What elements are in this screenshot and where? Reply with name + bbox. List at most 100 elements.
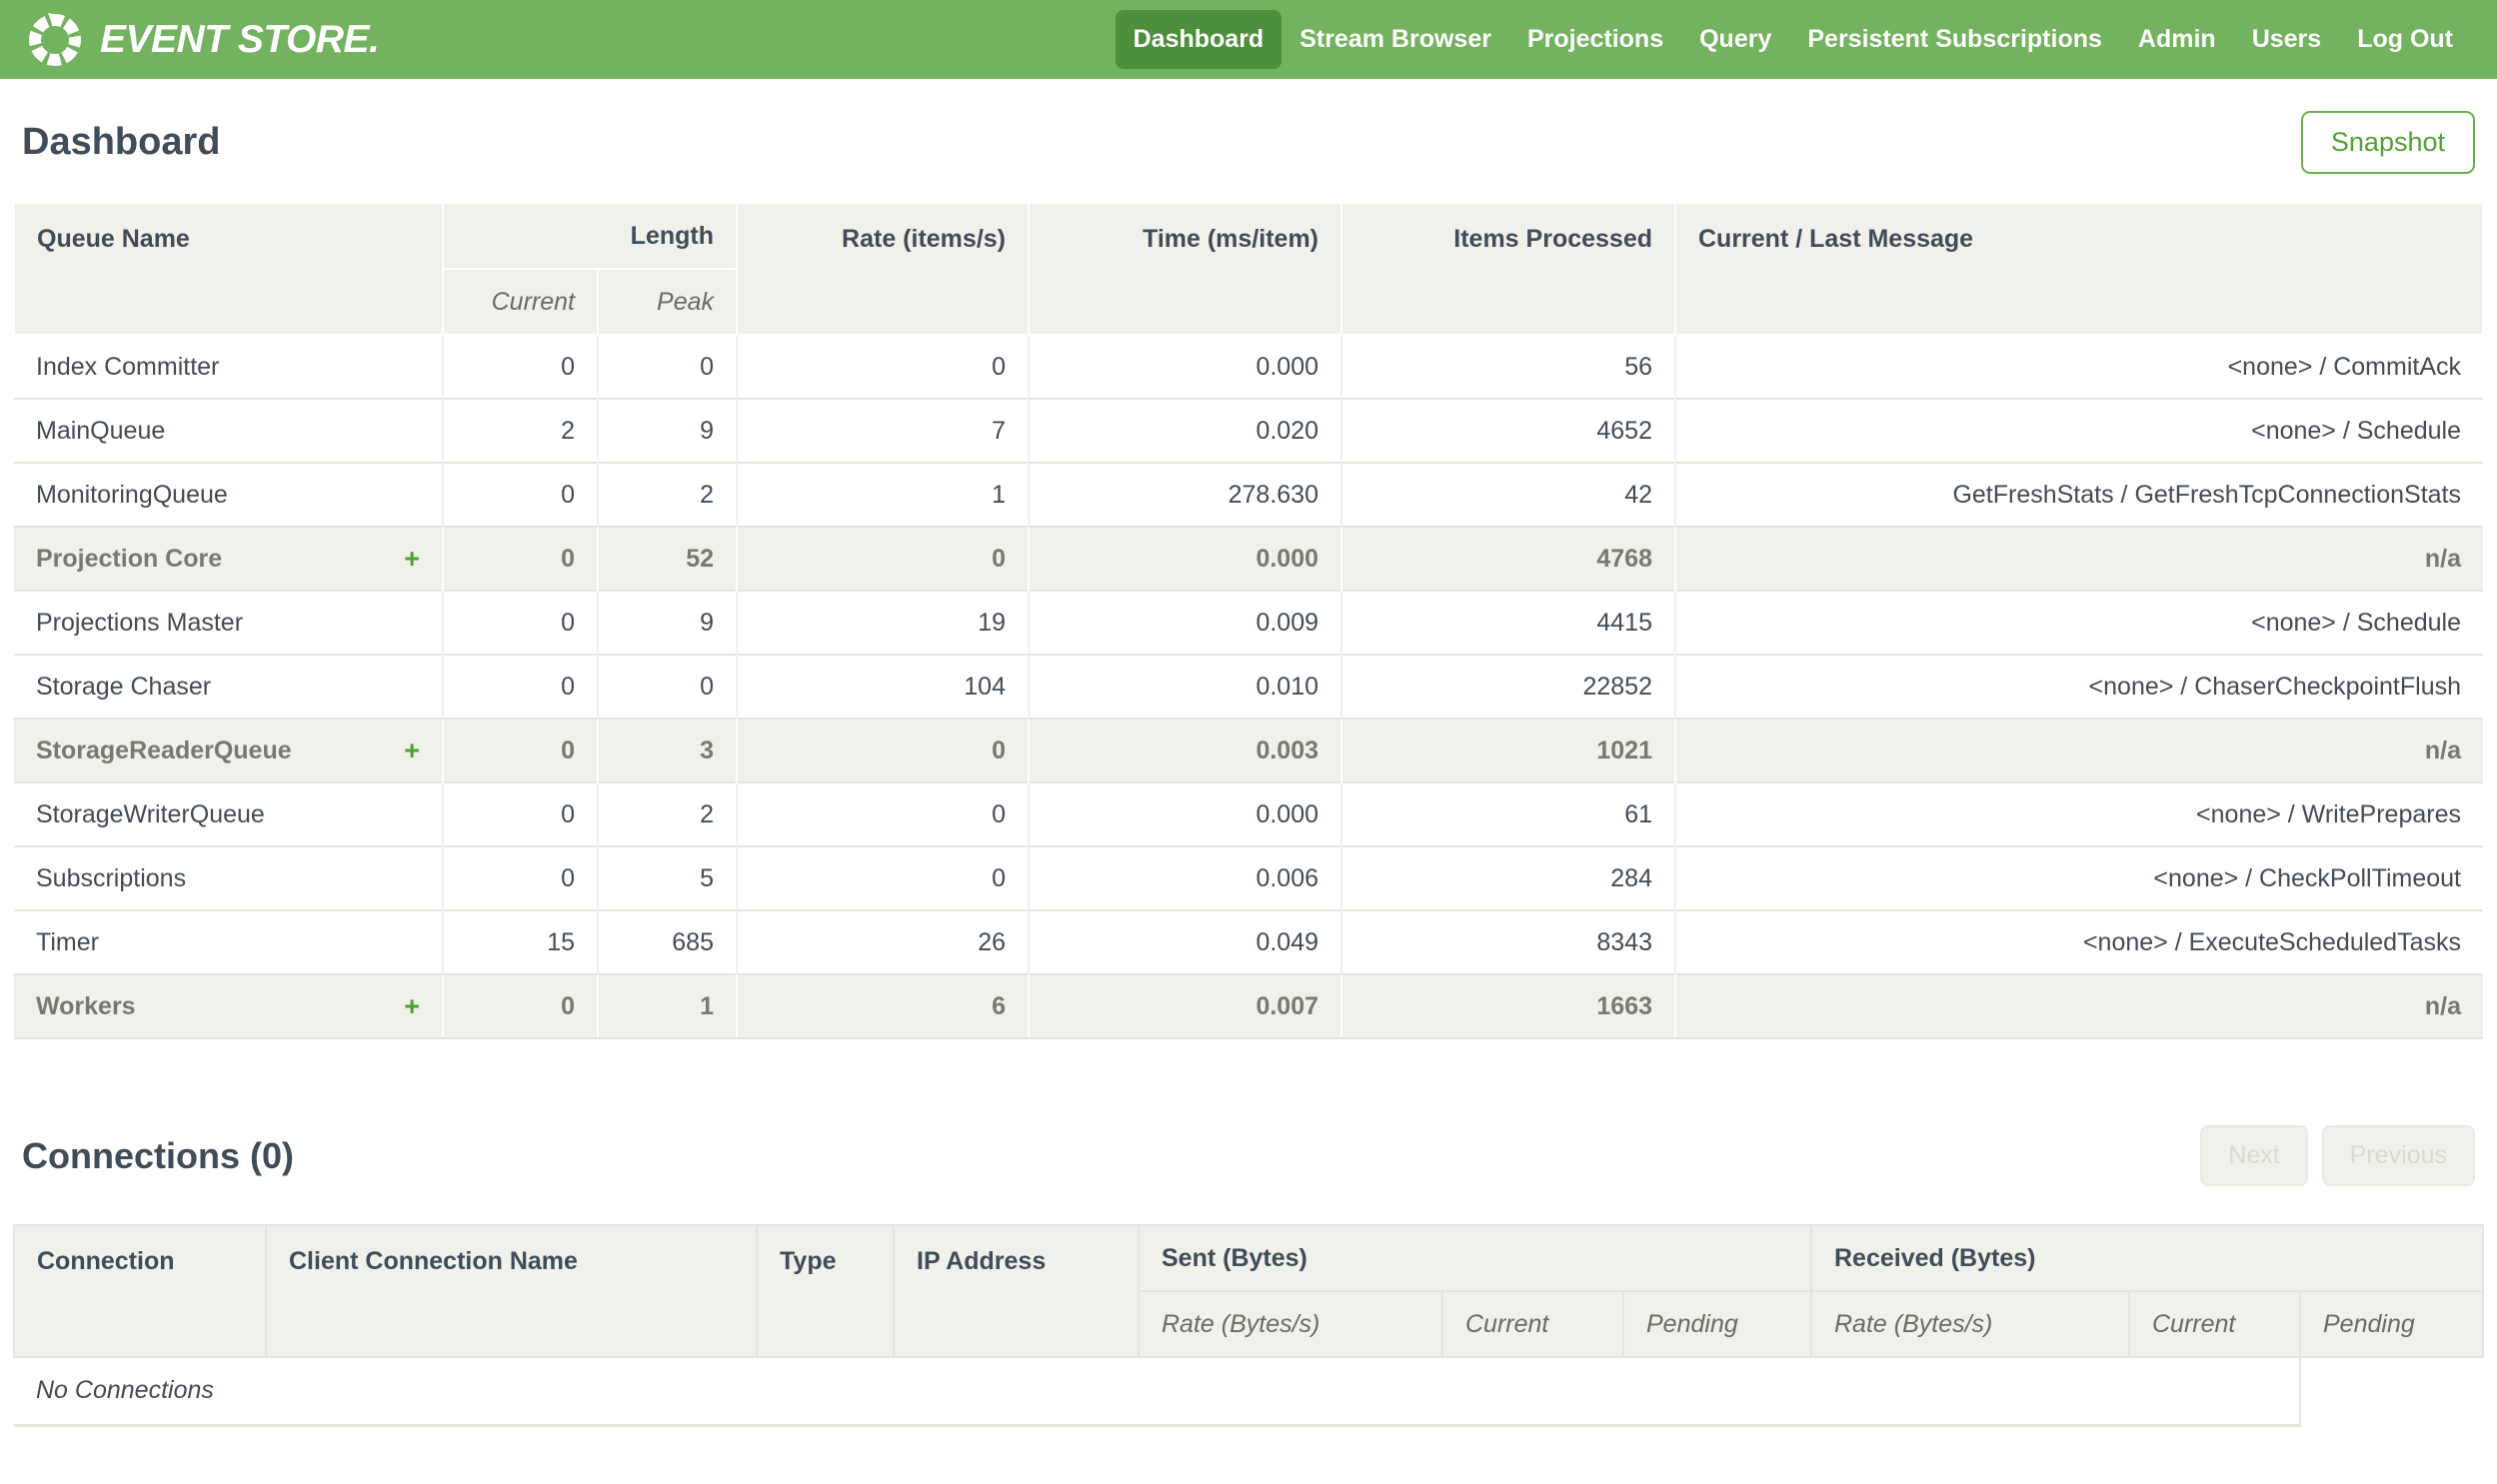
length-peak-cell: 9 (597, 590, 737, 655)
col-header-queue-name: Queue Name (13, 202, 444, 336)
queue-group-row: StorageReaderQueue +0 3 0 0.003 1021 n/a (14, 718, 2483, 782)
length-current-cell: 15 (442, 909, 598, 974)
length-current-cell: 0 (442, 334, 598, 399)
col-header-client-connection-name: Client Connection Name (265, 1224, 758, 1358)
length-peak-cell: 685 (597, 909, 737, 974)
col-header-type: Type (756, 1224, 895, 1358)
message-cell: n/a (1674, 718, 2483, 782)
queue-name: MainQueue (36, 416, 166, 445)
rate-cell: 104 (736, 654, 1029, 719)
rate-cell: 0 (736, 526, 1029, 591)
connections-table: Connection Client Connection Name Type I… (13, 1224, 2484, 1427)
items-processed-cell: 61 (1340, 781, 1675, 846)
time-cell: 0.000 (1028, 526, 1341, 591)
col-header-sent-pending: Pending (1622, 1290, 1812, 1358)
length-peak-cell: 2 (597, 781, 737, 846)
expand-group-button[interactable]: + (404, 545, 420, 573)
queue-name: Projection Core (36, 544, 223, 573)
top-navbar: EVENT STORE. Dashboard Stream Browser Proj… (0, 0, 2497, 79)
col-header-received: Received (Bytes) (1810, 1224, 2484, 1292)
length-current-cell: 0 (442, 526, 598, 591)
queue-name-cell: StorageWriterQueue (14, 781, 443, 846)
items-processed-cell: 284 (1340, 845, 1675, 910)
nav-item-persistent-subscriptions[interactable]: Persistent Subscriptions (1789, 10, 2120, 69)
time-cell: 0.000 (1028, 781, 1341, 846)
queue-name: MonitoringQueue (36, 480, 228, 509)
message-cell: <none> / Schedule (1674, 398, 2483, 463)
no-connections-row: No Connections (14, 1357, 2483, 1427)
connections-table-header: Connection Client Connection Name Type I… (13, 1224, 2484, 1358)
queue-name-cell: Projections Master (14, 590, 443, 655)
page-header: Dashboard Snapshot (22, 111, 2475, 174)
nav-item-query[interactable]: Query (1681, 10, 1789, 69)
queue-name-cell: MonitoringQueue (14, 462, 443, 527)
queue-name-cell: MainQueue (14, 398, 443, 463)
rate-cell: 0 (736, 334, 1029, 399)
time-cell: 0.020 (1028, 398, 1341, 463)
expand-group-button[interactable]: + (404, 992, 420, 1020)
time-cell: 0.003 (1028, 718, 1341, 782)
nav-item-projections[interactable]: Projections (1509, 10, 1681, 69)
connections-header: Connections (0) Next Previous (22, 1125, 2475, 1186)
queue-name: Subscriptions (36, 863, 187, 892)
message-cell: <none> / ExecuteScheduledTasks (1674, 909, 2483, 974)
items-processed-cell: 8343 (1340, 909, 1675, 974)
items-processed-cell: 1021 (1340, 718, 1675, 782)
nav-item-users[interactable]: Users (2234, 10, 2340, 69)
time-cell: 0.000 (1028, 334, 1341, 399)
main-content: Dashboard Snapshot Queue Name Length Rat… (0, 111, 2497, 1427)
length-peak-cell: 1 (597, 973, 737, 1039)
time-cell: 0.009 (1028, 590, 1341, 655)
items-processed-cell: 56 (1340, 334, 1675, 399)
next-button[interactable]: Next (2200, 1125, 2308, 1186)
nav-item-dashboard[interactable]: Dashboard (1115, 10, 1282, 69)
expand-group-button[interactable]: + (404, 737, 420, 764)
connections-table-body: No Connections (14, 1357, 2483, 1427)
time-cell: 0.006 (1028, 845, 1341, 910)
items-processed-cell: 4415 (1340, 590, 1675, 655)
snapshot-button[interactable]: Snapshot (2300, 111, 2475, 174)
rate-cell: 0 (736, 718, 1029, 782)
nav-item-log-out[interactable]: Log Out (2339, 10, 2471, 69)
items-processed-cell: 1663 (1340, 973, 1675, 1039)
queue-row: Timer 15 685 26 0.049 8343 <none> / ExecuteSch… (14, 909, 2483, 974)
length-current-cell: 2 (442, 398, 598, 463)
col-header-length: Length (442, 202, 738, 270)
message-cell: n/a (1674, 526, 2483, 591)
event-store-logo-icon (26, 11, 84, 69)
brand: EVENT STORE. (26, 11, 380, 69)
col-header-current: Current (442, 268, 599, 336)
length-peak-cell: 5 (597, 845, 737, 910)
col-header-sent-rate: Rate (Bytes/s) (1138, 1290, 1443, 1358)
queue-name: Index Committer (36, 352, 220, 381)
length-current-cell: 0 (442, 718, 598, 782)
queue-name: StorageWriterQueue (36, 799, 265, 828)
message-cell: <none> / Schedule (1674, 590, 2483, 655)
nav-item-stream-browser[interactable]: Stream Browser (1281, 10, 1509, 69)
queue-name: Storage Chaser (36, 672, 212, 701)
time-cell: 0.049 (1028, 909, 1341, 974)
col-header-connection: Connection (13, 1224, 267, 1358)
items-processed-cell: 42 (1340, 462, 1675, 527)
rate-cell: 0 (736, 781, 1029, 846)
col-header-sent-current: Current (1441, 1290, 1624, 1358)
rate-cell: 19 (736, 590, 1029, 655)
queue-row: Subscriptions 0 5 0 0.006 284 <none> / CheckPo… (14, 845, 2483, 910)
queue-name-cell: Index Committer (14, 334, 443, 399)
previous-button[interactable]: Previous (2321, 1125, 2475, 1186)
rate-cell: 26 (736, 909, 1029, 974)
length-current-cell: 0 (442, 973, 598, 1039)
nav-item-admin[interactable]: Admin (2120, 10, 2234, 69)
length-current-cell: 0 (442, 462, 598, 527)
rate-cell: 6 (736, 973, 1029, 1039)
message-cell: GetFreshStats / GetFreshTcpConnectionSta… (1674, 462, 2483, 527)
message-cell: <none> / ChaserCheckpointFlush (1674, 654, 2483, 719)
col-header-sent: Sent (Bytes) (1138, 1224, 1812, 1292)
length-peak-cell: 9 (597, 398, 737, 463)
queue-table-header: Queue Name Length Rate (items/s) Time (m… (13, 202, 2484, 336)
length-current-cell: 0 (442, 781, 598, 846)
items-processed-cell: 22852 (1340, 654, 1675, 719)
col-header-received-current: Current (2128, 1290, 2301, 1358)
queue-row: MainQueue 2 9 7 0.020 4652 <none> / Schedule (14, 398, 2483, 463)
queue-row: Storage Chaser 0 0 104 0.010 22852 <none> / Ch… (14, 654, 2483, 719)
